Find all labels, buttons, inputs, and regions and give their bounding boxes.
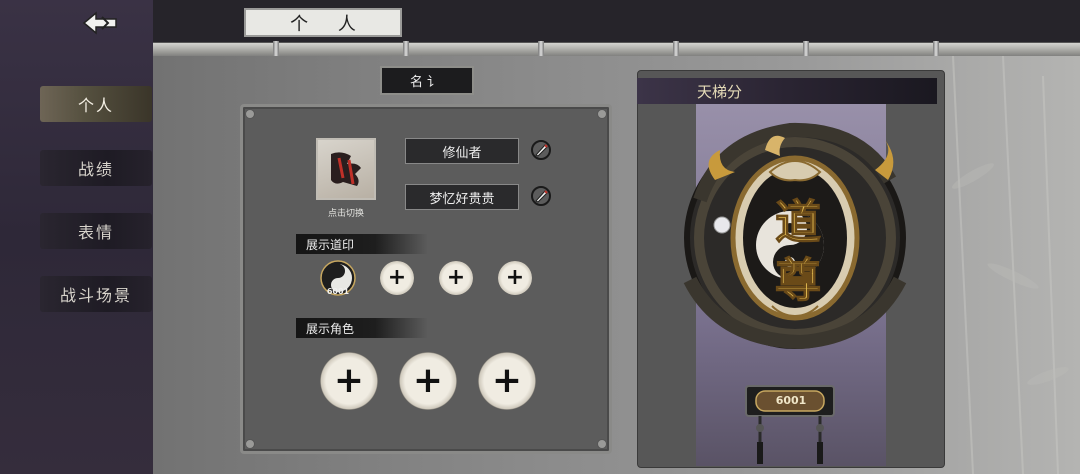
plus-icon: +	[412, 360, 444, 401]
sidebar-item-battle-scene[interactable]: 战斗场景	[40, 276, 152, 312]
back-arrow-icon	[82, 11, 117, 35]
page-title: 个 人	[244, 8, 402, 37]
edit-nickname-button[interactable]	[530, 185, 552, 207]
seals-section-label: 展示道印	[296, 234, 428, 254]
plus-icon: +	[491, 360, 523, 401]
sidebar-item-emotes[interactable]: 表情	[40, 213, 152, 249]
rank-glyph-top: 道	[775, 195, 821, 249]
add-role-button[interactable]: +	[399, 352, 457, 410]
sidebar: 个人 战绩 表情 战斗场景	[0, 0, 155, 474]
avatar-caption: 点击切换	[327, 209, 364, 219]
title-field[interactable]: 修仙者	[405, 138, 519, 164]
roles-section-label: 展示角色	[296, 318, 428, 338]
rank-emblem: 道 尊	[683, 122, 907, 350]
add-role-button[interactable]: +	[478, 352, 536, 410]
title-tag: 名讠	[380, 66, 474, 95]
plus-icon: +	[387, 265, 407, 290]
edit-title-button[interactable]	[530, 139, 552, 161]
add-seal-button[interactable]: +	[439, 261, 473, 295]
ladder-score: 6001	[775, 393, 807, 407]
rivet	[245, 109, 255, 119]
avatar-calligraphy-icon	[331, 152, 361, 186]
back-button[interactable]	[78, 6, 122, 40]
sidebar-item-record[interactable]: 战绩	[40, 150, 152, 186]
ladder-header: 天梯分	[637, 78, 937, 104]
add-role-button[interactable]: +	[320, 352, 378, 410]
plus-icon: +	[505, 265, 525, 290]
add-seal-button[interactable]: +	[498, 261, 532, 295]
avatar[interactable]	[316, 138, 376, 200]
rivet	[245, 439, 255, 449]
seal-id-label: 6001	[326, 287, 350, 296]
brush-edit-icon	[531, 140, 551, 160]
brush-edit-icon	[531, 186, 551, 206]
plus-icon: +	[333, 360, 365, 401]
nickname-field[interactable]: 梦忆好贵贵	[405, 184, 519, 210]
rank-glyph-bottom: 尊	[775, 253, 821, 307]
plus-icon: +	[446, 265, 466, 290]
rivet	[597, 439, 607, 449]
add-seal-button[interactable]: +	[380, 261, 414, 295]
rivet	[597, 109, 607, 119]
sidebar-item-personal[interactable]: 个人	[40, 86, 152, 122]
